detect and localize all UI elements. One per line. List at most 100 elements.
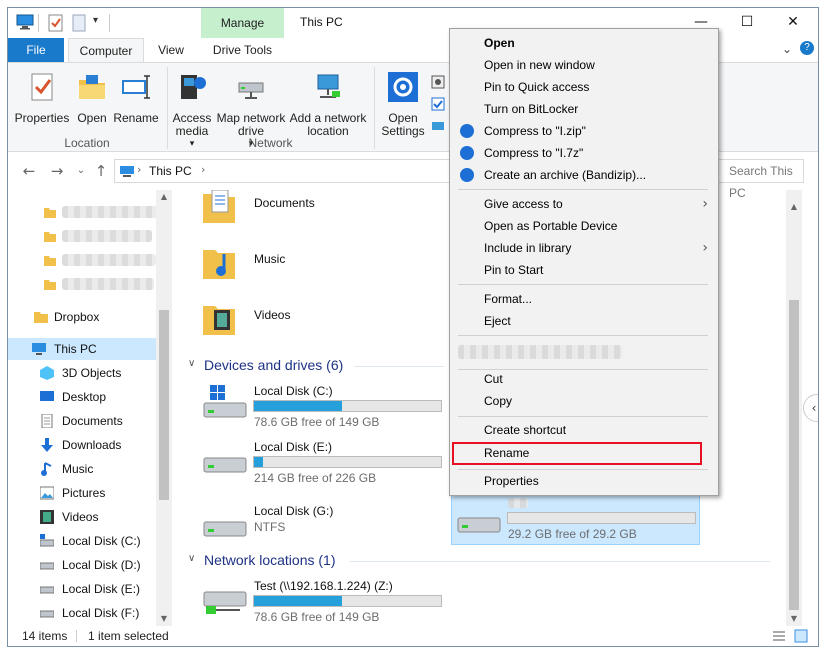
nav-item-local-d[interactable]: Local Disk (D:) bbox=[8, 554, 156, 576]
qa-dropdown-icon[interactable]: ▾ bbox=[93, 15, 98, 26]
details-view-icon[interactable] bbox=[772, 630, 786, 642]
nav-item-downloads[interactable]: Downloads bbox=[8, 434, 156, 456]
folder-name[interactable]: Videos bbox=[254, 308, 290, 322]
up-arrow-icon[interactable]: ↑ bbox=[92, 162, 110, 180]
redacted-menu-item[interactable] bbox=[458, 345, 622, 359]
drive-c-usage-bar bbox=[253, 400, 442, 412]
tab-file[interactable]: File bbox=[8, 38, 64, 62]
tab-view[interactable]: View bbox=[148, 38, 194, 62]
recent-dropdown-icon[interactable]: ⌄ bbox=[72, 162, 90, 180]
menu-format[interactable]: Format... bbox=[450, 288, 718, 310]
menu-include-library[interactable]: Include in library › bbox=[450, 237, 718, 259]
scroll-down-icon[interactable]: ▼ bbox=[156, 614, 172, 623]
nav-item-music[interactable]: Music bbox=[8, 458, 156, 480]
nav-label: Downloads bbox=[62, 438, 122, 452]
menu-properties[interactable]: Properties bbox=[450, 470, 718, 492]
redacted-item[interactable] bbox=[62, 206, 158, 218]
nav-item-local-e[interactable]: Local Disk (E:) bbox=[8, 578, 156, 600]
help-icon[interactable]: ? bbox=[800, 41, 814, 55]
uninstall-icon[interactable] bbox=[431, 75, 445, 89]
nav-item-local-c[interactable]: Local Disk (C:) bbox=[8, 530, 156, 552]
new-folder-qa-icon[interactable] bbox=[72, 14, 86, 32]
tab-computer[interactable]: Computer bbox=[68, 38, 144, 62]
drive-e-name[interactable]: Local Disk (E:) bbox=[254, 440, 332, 454]
system-properties-icon[interactable] bbox=[431, 97, 445, 111]
forward-arrow-icon[interactable]: → bbox=[48, 162, 66, 180]
menu-create-shortcut[interactable]: Create shortcut bbox=[450, 419, 718, 441]
menu-pin-quick-access[interactable]: Pin to Quick access bbox=[450, 76, 718, 98]
menu-open[interactable]: Open bbox=[450, 32, 718, 54]
nav-scrollbar[interactable]: ▲ ▼ bbox=[156, 190, 172, 626]
menu-create-archive[interactable]: Create an archive (Bandizip)... bbox=[450, 164, 718, 186]
scroll-up-icon[interactable]: ▲ bbox=[786, 202, 802, 211]
tab-drive-tools[interactable]: Drive Tools bbox=[201, 38, 284, 62]
maximize-button[interactable]: ☐ bbox=[724, 8, 770, 38]
network-drive-icon[interactable] bbox=[202, 588, 248, 618]
music-folder-icon[interactable] bbox=[202, 246, 236, 280]
menu-bitlocker[interactable]: Turn on BitLocker bbox=[450, 98, 718, 120]
menu-eject[interactable]: Eject bbox=[450, 310, 718, 332]
menu-rename[interactable]: Rename bbox=[452, 442, 702, 465]
scroll-up-icon[interactable]: ▲ bbox=[156, 192, 172, 201]
network-section-header[interactable]: Network locations (1) bbox=[204, 552, 336, 568]
breadcrumb-this-pc[interactable]: This PC bbox=[149, 164, 192, 178]
back-arrow-icon[interactable]: ← bbox=[20, 162, 38, 180]
videos-folder-icon[interactable] bbox=[202, 302, 236, 336]
open-button[interactable]: Open bbox=[72, 71, 112, 125]
collapse-chevron-icon[interactable]: ∨ bbox=[188, 553, 195, 564]
folder-name[interactable]: Music bbox=[254, 252, 285, 266]
folder-icon[interactable] bbox=[44, 254, 56, 266]
nav-label: Local Disk (E:) bbox=[62, 582, 141, 596]
nav-item-this-pc[interactable]: This PC bbox=[8, 338, 156, 360]
menu-copy[interactable]: Copy bbox=[450, 390, 718, 412]
drive-icon[interactable] bbox=[202, 452, 248, 476]
redacted-item[interactable] bbox=[62, 230, 152, 242]
close-button[interactable]: ✕ bbox=[770, 8, 816, 38]
nav-scroll-thumb[interactable] bbox=[159, 310, 169, 500]
nav-item-dropbox[interactable]: Dropbox bbox=[8, 306, 156, 328]
menu-compress-7z[interactable]: Compress to "I.7z" bbox=[450, 142, 718, 164]
manage-tab-header[interactable]: Manage bbox=[201, 8, 284, 38]
nav-item-documents[interactable]: Documents bbox=[8, 410, 156, 432]
content-scrollbar[interactable]: ▲ ▼ bbox=[786, 190, 802, 626]
devices-section-header[interactable]: Devices and drives (6) bbox=[204, 357, 343, 373]
redacted-item[interactable] bbox=[62, 254, 156, 266]
manage-icon[interactable] bbox=[431, 119, 445, 133]
properties-button[interactable]: Properties bbox=[14, 71, 70, 125]
documents-folder-icon[interactable] bbox=[202, 190, 236, 224]
menu-open-new-window[interactable]: Open in new window bbox=[450, 54, 718, 76]
nav-item-videos[interactable]: Videos bbox=[8, 506, 156, 528]
folder-icon[interactable] bbox=[44, 278, 56, 290]
windows-drive-icon[interactable] bbox=[202, 385, 248, 421]
menu-compress-zip[interactable]: Compress to "I.zip" bbox=[450, 120, 718, 142]
scroll-down-icon[interactable]: ▼ bbox=[786, 614, 802, 623]
nav-item-3d-objects[interactable]: 3D Objects bbox=[8, 362, 156, 384]
drive-c-name[interactable]: Local Disk (C:) bbox=[254, 384, 333, 398]
drive-icon[interactable] bbox=[202, 516, 248, 540]
network-drive-name[interactable]: Test (\\192.168.1.224) (Z:) bbox=[254, 579, 393, 593]
collapse-ribbon-icon[interactable]: ⌄ bbox=[782, 42, 792, 56]
menu-portable-device[interactable]: Open as Portable Device bbox=[450, 215, 718, 237]
menu-pin-start[interactable]: Pin to Start bbox=[450, 259, 718, 281]
rename-button[interactable]: Rename bbox=[112, 71, 160, 125]
menu-give-access[interactable]: Give access to › bbox=[450, 193, 718, 215]
nav-item-local-f[interactable]: Local Disk (F:) bbox=[8, 602, 156, 624]
drive-e-free: 214 GB free of 226 GB bbox=[254, 471, 377, 485]
large-icons-view-icon[interactable] bbox=[794, 629, 808, 643]
folder-icon[interactable] bbox=[44, 230, 56, 242]
selected-drive-tile[interactable]: 29.2 GB free of 29.2 GB bbox=[451, 493, 700, 545]
collapse-chevron-icon[interactable]: ∨ bbox=[188, 358, 195, 369]
open-settings-button[interactable]: Open Settings bbox=[378, 71, 428, 138]
menu-cut[interactable]: Cut bbox=[450, 368, 718, 390]
redacted-item[interactable] bbox=[62, 278, 154, 290]
add-network-location-button[interactable]: Add a network location bbox=[288, 71, 368, 138]
folder-icon[interactable] bbox=[44, 206, 56, 218]
nav-item-pictures[interactable]: Pictures bbox=[8, 482, 156, 504]
folder-name[interactable]: Documents bbox=[254, 196, 315, 210]
content-scroll-thumb[interactable] bbox=[789, 300, 799, 610]
side-panel-toggle-icon[interactable]: ‹ bbox=[803, 394, 818, 422]
drive-g-name[interactable]: Local Disk (G:) bbox=[254, 504, 333, 518]
properties-qa-icon[interactable] bbox=[48, 14, 64, 32]
nav-item-desktop[interactable]: Desktop bbox=[8, 386, 156, 408]
breadcrumb-chevron-icon-2[interactable]: › bbox=[201, 163, 205, 176]
